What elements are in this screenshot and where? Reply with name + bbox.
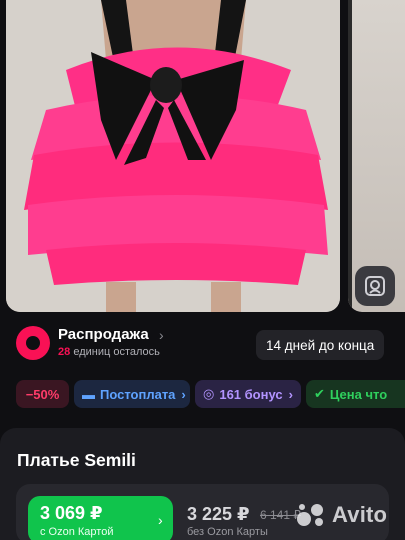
- sale-banner[interactable]: Распродажа › 28 единиц осталось 14 дней …: [0, 318, 405, 368]
- old-price: 6 141 ₽: [260, 508, 301, 522]
- ozon-card-price: 3 069 ₽: [40, 503, 103, 523]
- price-guarantee-badge[interactable]: ✔ Цена что: [306, 380, 405, 408]
- stock-count: 28: [58, 346, 71, 358]
- price-guarantee-label: Цена что: [329, 386, 388, 402]
- chevron-right-icon: ›: [181, 386, 186, 402]
- check-icon: ✔: [314, 386, 325, 401]
- bonus-label: 161 бонус: [219, 386, 283, 402]
- sale-title[interactable]: Распродажа: [58, 326, 149, 343]
- stock-label: единиц осталось: [73, 346, 160, 358]
- avito-wordmark: Avito: [332, 502, 388, 527]
- avito-watermark: Avito: [296, 500, 387, 530]
- sale-logo-icon: [16, 326, 50, 360]
- regular-price: 3 225 ₽: [187, 504, 250, 524]
- ozon-card-price-button[interactable]: 3 069 ₽ с Ozon Картой ›: [28, 496, 173, 540]
- regular-price-label: без Ozon Карты: [187, 526, 268, 538]
- postpay-label: Постоплата: [100, 386, 176, 402]
- ozon-card-label: с Ozon Картой: [40, 526, 114, 538]
- chevron-right-icon: ›: [288, 386, 293, 402]
- avito-logo-icon: [297, 504, 323, 526]
- product-title: Платье Semili: [17, 450, 136, 470]
- product-gallery[interactable]: [0, 0, 405, 318]
- bonus-badge[interactable]: ◎ 161 бонус ›: [195, 380, 301, 408]
- dress-illustration: [6, 0, 340, 312]
- bonus-icon: ◎: [203, 386, 215, 401]
- chevron-right-icon: ›: [158, 512, 163, 528]
- discount-badge: −50%: [16, 380, 69, 408]
- badge-row[interactable]: −50% ▬ Постоплата › ◎ 161 бонус › ✔ Цена…: [16, 380, 405, 408]
- product-photo[interactable]: [6, 0, 340, 312]
- image-search-icon: [365, 276, 385, 296]
- stock-remaining: 28 единиц осталось: [58, 346, 160, 358]
- chevron-right-icon: ›: [159, 327, 164, 343]
- postpay-badge[interactable]: ▬ Постоплата ›: [74, 380, 190, 408]
- sale-countdown: 14 дней до конца: [256, 330, 385, 360]
- visual-search-button[interactable]: [355, 266, 395, 306]
- card-icon: ▬: [82, 386, 95, 402]
